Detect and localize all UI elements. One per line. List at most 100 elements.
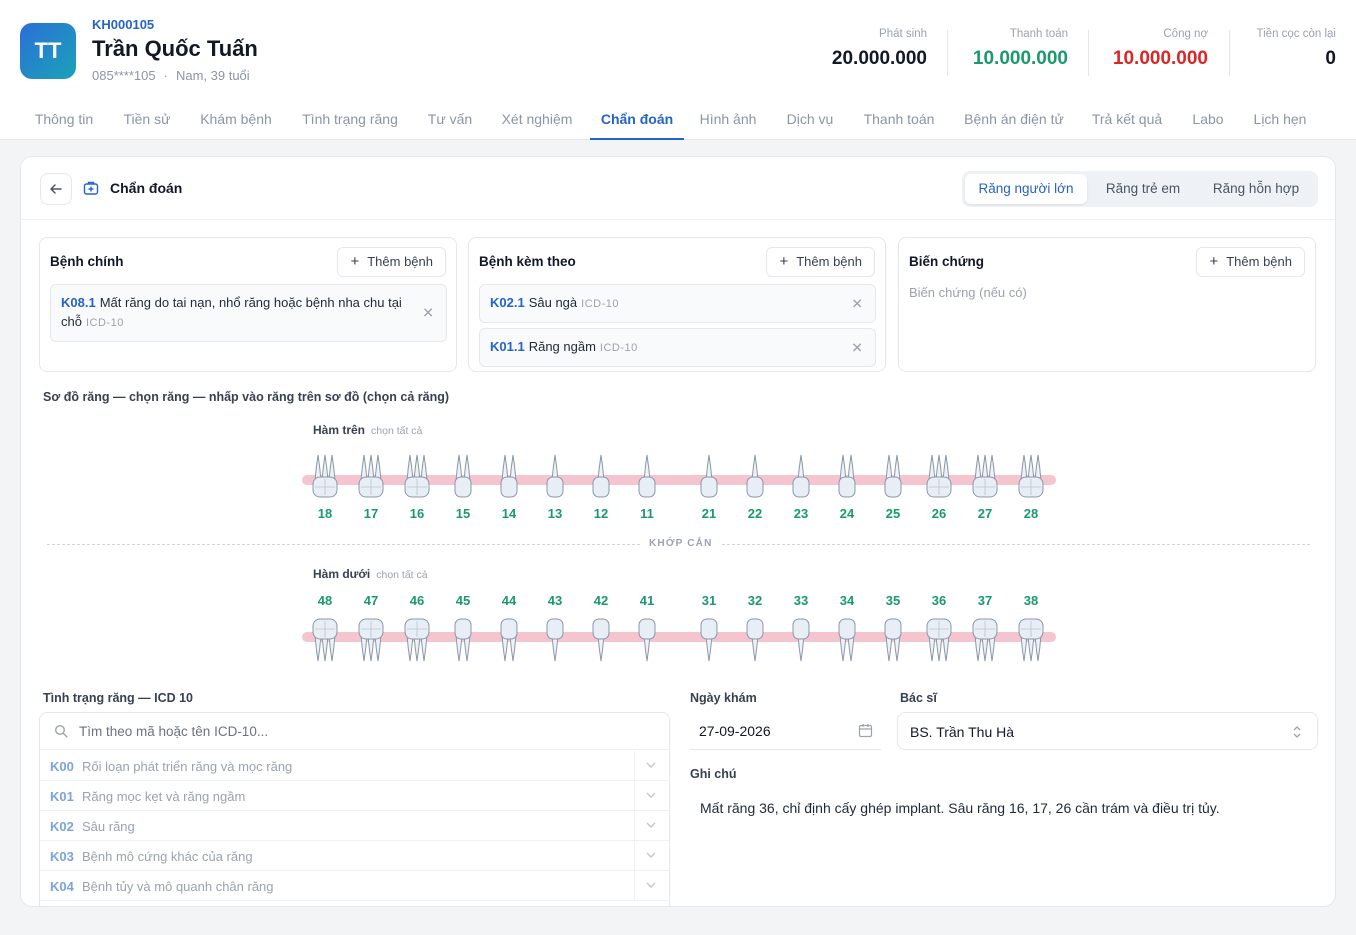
tooth-36[interactable] [926,618,952,662]
disease-chip[interactable]: K02.1 Sâu ngà ICD-10 ✕ [479,284,876,323]
tab-thong-tin[interactable]: Thông tin [22,100,106,140]
tab-chan-doan[interactable]: Chẩn đoán [590,100,684,140]
tab-lich-hen[interactable]: Lịch hẹn [1242,100,1318,140]
tooth-number[interactable]: 38 [1016,593,1046,608]
tooth-35[interactable] [884,618,902,662]
chevron-down-icon[interactable] [645,759,657,771]
tooth-41[interactable] [638,618,656,662]
tooth-37[interactable] [972,618,998,662]
segment-adult-teeth[interactable]: Răng người lớn [965,174,1087,204]
chevron-down-icon[interactable] [645,789,657,801]
complication-input[interactable]: Biến chứng (nếu có) [909,285,1027,300]
exam-date-input[interactable]: 27-09-2026 [690,712,881,750]
tooth-22[interactable] [746,454,764,498]
tooth-number[interactable]: 24 [832,506,862,521]
icd-search-input[interactable]: Tìm theo mã hoặc tên ICD-10... [40,713,669,750]
doctor-select[interactable]: BS. Trần Thu Hà [897,712,1318,750]
tooth-number[interactable]: 32 [740,593,770,608]
tooth-number[interactable]: 35 [878,593,908,608]
chevron-down-icon[interactable] [645,849,657,861]
tab-tra-ket-qua[interactable]: Trả kết quả [1082,100,1172,140]
close-icon[interactable]: ✕ [851,294,863,313]
calendar-icon[interactable] [858,723,873,738]
tab-xet-nghiem[interactable]: Xét nghiệm [490,100,584,140]
icd-row[interactable]: K04 Bệnh tủy và mô quanh chân răng [40,871,669,901]
tooth-31[interactable] [700,618,718,662]
close-icon[interactable]: ✕ [422,304,434,323]
select-all-lower[interactable]: chọn tất cả [376,569,427,581]
tooth-number[interactable]: 13 [540,506,570,521]
add-disease-button[interactable]: + Thêm bệnh [337,247,446,277]
tooth-11[interactable] [638,454,656,498]
tooth-46[interactable] [404,618,430,662]
chevron-down-icon[interactable] [645,819,657,831]
tooth-24[interactable] [838,454,856,498]
tooth-16[interactable] [404,454,430,498]
tooth-25[interactable] [884,454,902,498]
tooth-number[interactable]: 43 [540,593,570,608]
tooth-number[interactable]: 15 [448,506,478,521]
tooth-number[interactable]: 37 [970,593,1000,608]
tooth-42[interactable] [592,618,610,662]
tab-tinh-trang-rang[interactable]: Tình trạng răng [290,100,410,140]
tooth-18[interactable] [312,454,338,498]
tooth-23[interactable] [792,454,810,498]
tab-tien-su[interactable]: Tiền sử [114,100,180,140]
tooth-number[interactable]: 46 [402,593,432,608]
tooth-14[interactable] [500,454,518,498]
tooth-number[interactable]: 44 [494,593,524,608]
tooth-number[interactable]: 48 [310,593,340,608]
tooth-21[interactable] [700,454,718,498]
select-all-upper[interactable]: chọn tất cả [371,425,422,437]
tooth-44[interactable] [500,618,518,662]
tab-thanh-toan[interactable]: Thanh toán [852,100,946,140]
segment-mixed-teeth[interactable]: Răng hỗn hợp [1199,174,1313,204]
tooth-15[interactable] [454,454,472,498]
back-button[interactable] [40,173,72,205]
tooth-45[interactable] [454,618,472,662]
tooth-28[interactable] [1018,454,1044,498]
tab-dich-vu[interactable]: Dịch vụ [776,100,844,140]
tooth-number[interactable]: 47 [356,593,386,608]
icd-row[interactable]: K03 Bệnh mô cứng khác của răng [40,841,669,871]
tooth-43[interactable] [546,618,564,662]
tooth-number[interactable]: 33 [786,593,816,608]
tab-kham-benh[interactable]: Khám bệnh [190,100,282,140]
tooth-32[interactable] [746,618,764,662]
tooth-48[interactable] [312,618,338,662]
tooth-number[interactable]: 12 [586,506,616,521]
tooth-38[interactable] [1018,618,1044,662]
tab-labo[interactable]: Labo [1182,100,1234,140]
tooth-number[interactable]: 21 [694,506,724,521]
tooth-27[interactable] [972,454,998,498]
tooth-47[interactable] [358,618,384,662]
tooth-34[interactable] [838,618,856,662]
tab-tu-van[interactable]: Tư vấn [418,100,482,140]
note-text[interactable]: Mất răng 36, chỉ định cấy ghép implant. … [700,800,1220,816]
tooth-33[interactable] [792,618,810,662]
tooth-number[interactable]: 22 [740,506,770,521]
tooth-number[interactable]: 28 [1016,506,1046,521]
tooth-number[interactable]: 23 [786,506,816,521]
tab-hinh-anh[interactable]: Hình ảnh [690,100,766,140]
tooth-number[interactable]: 42 [586,593,616,608]
tooth-26[interactable] [926,454,952,498]
tooth-number[interactable]: 27 [970,506,1000,521]
tooth-number[interactable]: 36 [924,593,954,608]
tooth-number[interactable]: 18 [310,506,340,521]
tooth-number[interactable]: 16 [402,506,432,521]
disease-chip[interactable]: K08.1 Mất răng do tai nạn, nhổ răng hoặc … [50,284,447,342]
tooth-number[interactable]: 14 [494,506,524,521]
icd-row[interactable]: K02 Sâu răng [40,811,669,841]
tooth-number[interactable]: 26 [924,506,954,521]
segment-child-teeth[interactable]: Răng trẻ em [1092,174,1194,204]
tooth-number[interactable]: 17 [356,506,386,521]
tooth-number[interactable]: 41 [632,593,662,608]
tooth-13[interactable] [546,454,564,498]
tab-benh-an-dien-tu[interactable]: Bệnh án điện tử [954,100,1074,140]
disease-chip[interactable]: K01.1 Răng ngầm ICD-10 ✕ [479,328,876,367]
add-disease-button[interactable]: + Thêm bệnh [1196,247,1305,277]
tooth-number[interactable]: 25 [878,506,908,521]
tooth-12[interactable] [592,454,610,498]
close-icon[interactable]: ✕ [851,338,863,357]
